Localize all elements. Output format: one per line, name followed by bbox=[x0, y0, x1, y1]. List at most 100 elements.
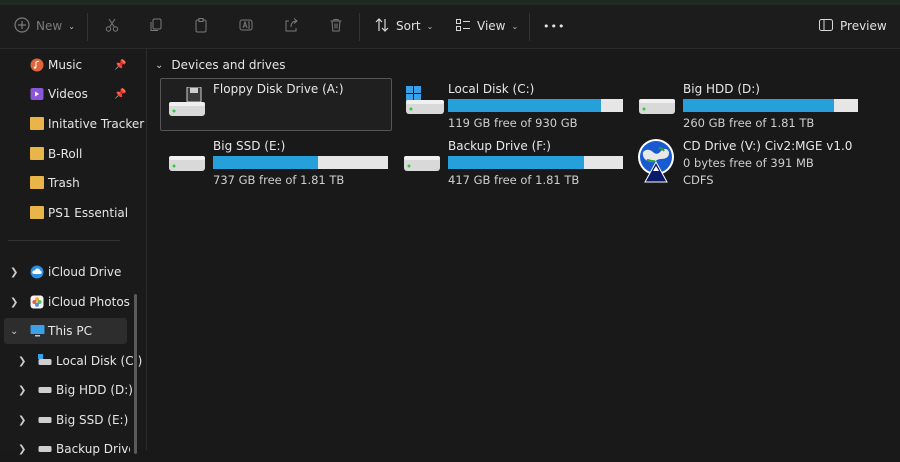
sidebar-item-big-hdd-d[interactable]: ❯ Big HDD (D:) bbox=[0, 377, 138, 403]
view-icon bbox=[455, 17, 471, 36]
delete-button[interactable] bbox=[328, 11, 344, 41]
sidebar-item-icloud-drive[interactable]: ❯ iCloud Drive bbox=[0, 259, 138, 285]
drive-usage-bar bbox=[448, 99, 623, 112]
icloud-icon bbox=[30, 265, 44, 279]
preview-pane-icon bbox=[818, 17, 834, 36]
drive-usage-bar bbox=[448, 156, 623, 169]
chevron-right-icon[interactable]: ❯ bbox=[10, 297, 18, 308]
share-button[interactable] bbox=[283, 11, 299, 41]
floppy-drive-icon bbox=[167, 86, 207, 119]
sidebar-item-backup-drive-f[interactable]: ❯ Backup Drive (F:) bbox=[0, 436, 130, 462]
view-button[interactable]: View ⌄ bbox=[455, 11, 518, 41]
command-bar: New ⌄ Sort ⌄ View ⌄ ••• Preview bbox=[0, 5, 900, 49]
new-button[interactable]: New ⌄ bbox=[14, 11, 75, 41]
hdd-icon bbox=[637, 95, 677, 117]
drive-usage-bar bbox=[683, 99, 858, 112]
drive-free-space: 119 GB free of 930 GB bbox=[448, 116, 578, 130]
drive-file-system: CDFS bbox=[683, 173, 714, 187]
chevron-right-icon[interactable]: ❯ bbox=[18, 356, 26, 367]
hdd-icon bbox=[402, 152, 442, 174]
toolbar-divider bbox=[529, 13, 530, 41]
pin-icon: 📌 bbox=[114, 59, 127, 71]
drive-free-space: 0 bytes free of 391 MB bbox=[683, 156, 814, 170]
new-label: New bbox=[36, 19, 63, 33]
sidebar-item-ps1-essential[interactable]: PS1 Essential MS bbox=[0, 200, 128, 226]
drive-icon bbox=[38, 442, 52, 455]
drive-usage-fill bbox=[448, 156, 584, 169]
drive-name: Local Disk (C:) bbox=[448, 82, 535, 96]
chevron-down-icon[interactable]: ⌄ bbox=[10, 326, 18, 337]
drive-tile-floppy-a[interactable]: Floppy Disk Drive (A:) bbox=[160, 78, 392, 131]
chevron-right-icon[interactable]: ❯ bbox=[18, 385, 26, 396]
videos-icon bbox=[30, 87, 44, 100]
clipboard-icon bbox=[193, 17, 209, 36]
rename-button[interactable] bbox=[238, 11, 254, 41]
sort-icon bbox=[374, 17, 390, 36]
pin-icon: 📌 bbox=[114, 88, 127, 100]
navigation-pane: Music 📌 Videos 📌 Initative Tracker B-Rol… bbox=[0, 49, 147, 456]
drive-tile-local-disk-c[interactable]: Local Disk (C:) 119 GB free of 930 GB bbox=[396, 79, 628, 133]
rename-icon bbox=[238, 17, 254, 36]
content-pane: ⌄ Devices and drives Floppy Disk Drive (… bbox=[147, 49, 900, 450]
sort-label: Sort bbox=[396, 19, 421, 33]
drive-icon bbox=[38, 413, 52, 426]
toolbar-divider bbox=[87, 13, 88, 41]
section-title: Devices and drives bbox=[171, 58, 286, 72]
copy-icon bbox=[148, 17, 164, 36]
sidebar-item-b-roll[interactable]: B-Roll bbox=[0, 141, 138, 167]
icloud-photos-icon bbox=[30, 295, 44, 309]
folder-icon bbox=[30, 117, 44, 130]
sidebar-item-local-disk-c[interactable]: ❯ Local Disk (C:) bbox=[0, 348, 142, 374]
paste-button[interactable] bbox=[193, 11, 209, 41]
sidebar-item-trash[interactable]: Trash bbox=[0, 170, 138, 196]
sidebar-divider bbox=[8, 240, 120, 241]
plus-icon bbox=[14, 16, 30, 36]
chevron-right-icon[interactable]: ❯ bbox=[10, 267, 18, 278]
chevron-down-icon: ⌄ bbox=[68, 21, 75, 31]
drive-tile-backup-drive-f[interactable]: Backup Drive (F:) 417 GB free of 1.81 TB bbox=[396, 136, 628, 190]
hdd-icon bbox=[167, 152, 207, 174]
sidebar-item-music[interactable]: Music 📌 bbox=[0, 52, 138, 78]
more-icon: ••• bbox=[543, 19, 566, 33]
drive-usage-fill bbox=[213, 156, 319, 169]
share-icon bbox=[283, 17, 299, 36]
copy-button[interactable] bbox=[148, 11, 164, 41]
toolbar-divider bbox=[359, 13, 360, 41]
sort-button[interactable]: Sort ⌄ bbox=[374, 11, 433, 41]
drive-name: Floppy Disk Drive (A:) bbox=[213, 82, 344, 96]
this-pc-icon bbox=[30, 324, 45, 337]
view-label: View bbox=[477, 19, 506, 33]
drive-free-space: 260 GB free of 1.81 TB bbox=[683, 116, 815, 130]
sidebar-item-this-pc[interactable]: ⌄ This PC bbox=[4, 318, 127, 344]
chevron-down-icon: ⌄ bbox=[155, 59, 164, 71]
preview-pane-button[interactable]: Preview bbox=[818, 11, 887, 41]
drive-usage-bar bbox=[213, 156, 388, 169]
drive-tile-big-hdd-d[interactable]: Big HDD (D:) 260 GB free of 1.81 TB bbox=[631, 79, 863, 133]
windows-drive-icon bbox=[402, 82, 444, 118]
chevron-down-icon: ⌄ bbox=[511, 21, 519, 31]
sidebar-item-big-ssd-e[interactable]: ❯ Big SSD (E:) bbox=[0, 407, 138, 433]
chevron-right-icon[interactable]: ❯ bbox=[18, 444, 26, 455]
preview-label: Preview bbox=[840, 19, 887, 33]
folder-icon bbox=[30, 147, 44, 160]
more-options-button[interactable]: ••• bbox=[543, 11, 565, 41]
sidebar-item-initative-tracker[interactable]: Initative Tracker bbox=[0, 111, 144, 137]
drive-usage-fill bbox=[683, 99, 834, 112]
drive-name: Big HDD (D:) bbox=[683, 82, 760, 96]
drive-tile-big-ssd-e[interactable]: Big SSD (E:) 737 GB free of 1.81 TB bbox=[161, 136, 393, 190]
drive-tile-cd-drive-v[interactable]: CD Drive (V:) Civ2:MGE v1.0 0 bytes free… bbox=[631, 136, 863, 188]
chevron-down-icon: ⌄ bbox=[426, 21, 434, 31]
drive-free-space: 737 GB free of 1.81 TB bbox=[213, 173, 345, 187]
section-header-devices[interactable]: ⌄ Devices and drives bbox=[155, 58, 286, 72]
sidebar-scrollbar[interactable] bbox=[134, 294, 137, 454]
drive-usage-fill bbox=[448, 99, 601, 112]
sidebar-item-videos[interactable]: Videos 📌 bbox=[0, 81, 138, 107]
music-icon bbox=[30, 58, 44, 72]
cd-drive-icon bbox=[633, 138, 679, 184]
drive-name: Big SSD (E:) bbox=[213, 139, 286, 153]
sidebar-item-icloud-photos[interactable]: ❯ iCloud Photos bbox=[0, 289, 138, 315]
folder-icon bbox=[30, 176, 44, 189]
drive-icon bbox=[38, 383, 52, 396]
chevron-right-icon[interactable]: ❯ bbox=[18, 415, 26, 426]
cut-button[interactable] bbox=[104, 11, 120, 41]
